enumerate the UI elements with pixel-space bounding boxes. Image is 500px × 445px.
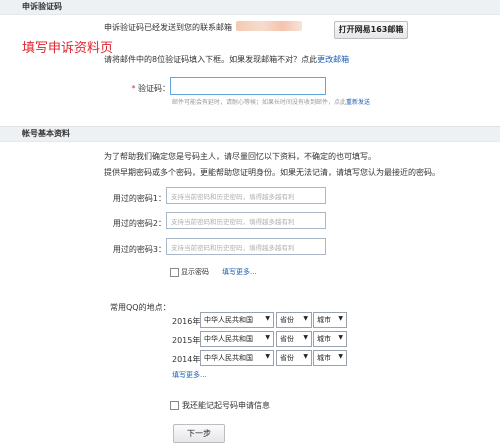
location-year-2015: 2015年 [172, 336, 201, 345]
instruction-text: 请将邮件中的8位验证码填入下框。如果发现邮箱不对？点此更改邮箱 [104, 54, 349, 65]
next-step-button[interactable]: 下一步 [173, 424, 225, 443]
account-section-header: 帐号基本资料 [0, 126, 500, 142]
province-value: 省份 [280, 335, 294, 343]
dropdown-arrow-icon: ▼ [338, 334, 343, 341]
city-value: 城市 [317, 354, 331, 362]
password-2-placeholder: 支持当前密码和历史密码，填得越多越有利 [171, 218, 295, 226]
overlay-caption: 填写申诉资料页 [22, 41, 114, 56]
dropdown-arrow-icon: ▼ [265, 353, 270, 360]
open-163-mail-button[interactable]: 打开网易163邮箱 [334, 21, 408, 39]
location-label: 常用QQ的地点： [110, 303, 171, 312]
city-select-2015[interactable]: 城市 ▼ [313, 331, 347, 347]
province-select-2016[interactable]: 省份 ▼ [276, 312, 312, 328]
province-value: 省份 [280, 316, 294, 324]
intro-line-1: 为了帮助我们确定您是号码主人，请尽量回忆以下资料，不确定的也可填写。 [104, 152, 376, 161]
dropdown-arrow-icon: ▼ [338, 315, 343, 322]
province-value: 省份 [280, 354, 294, 362]
verify-section-title: 申诉验证码 [22, 2, 62, 11]
masked-email [236, 21, 302, 31]
code-hint-text: 邮件可能会有延时，请耐心等候；如果长时间没有收到邮件，点此 [172, 99, 347, 106]
sent-text: 申诉验证码已经发送到您的联系邮箱 [104, 23, 232, 32]
password-1-placeholder: 支持当前密码和历史密码，填得越多越有利 [171, 193, 295, 201]
show-password-checkbox[interactable] [170, 268, 179, 277]
show-password-label: 显示密码 [181, 268, 209, 276]
code-label: * 验证码： [110, 83, 170, 94]
country-value: 中华人民共和国 [204, 354, 253, 362]
password-3-label: 用过的密码3： [112, 245, 166, 254]
password-2-input[interactable]: 支持当前密码和历史密码，填得越多越有利 [166, 212, 326, 229]
city-select-2016[interactable]: 城市 ▼ [313, 312, 347, 328]
country-select-2016[interactable]: 中华人民共和国 ▼ [200, 312, 274, 328]
verify-code-input[interactable] [170, 77, 326, 95]
remember-info-checkbox[interactable] [170, 401, 179, 410]
account-section-title: 帐号基本资料 [22, 129, 70, 138]
password-3-placeholder: 支持当前密码和历史密码，填得越多越有利 [171, 244, 295, 252]
country-value: 中华人民共和国 [204, 335, 253, 343]
city-value: 城市 [317, 316, 331, 324]
password-3-input[interactable]: 支持当前密码和历史密码，填得越多越有利 [166, 238, 326, 255]
country-value: 中华人民共和国 [204, 316, 253, 324]
remember-info-label: 我还能记起号码申请信息 [182, 401, 270, 410]
password-2-label: 用过的密码2： [112, 219, 166, 228]
province-select-2015[interactable]: 省份 ▼ [276, 331, 312, 347]
city-select-2014[interactable]: 城市 ▼ [313, 350, 347, 366]
code-label-text: 验证码： [138, 84, 170, 93]
more-passwords-link[interactable]: 填写更多... [222, 267, 257, 277]
dropdown-arrow-icon: ▼ [265, 334, 270, 341]
password-1-input[interactable]: 支持当前密码和历史密码，填得越多越有利 [166, 187, 326, 204]
resend-link[interactable]: 重新发送 [346, 99, 370, 106]
more-locations-link[interactable]: 填写更多... [172, 370, 207, 380]
country-select-2015[interactable]: 中华人民共和国 ▼ [200, 331, 274, 347]
country-select-2014[interactable]: 中华人民共和国 ▼ [200, 350, 274, 366]
location-year-2014: 2014年 [172, 355, 201, 364]
instruction-label: 请将邮件中的8位验证码填入下框。如果发现邮箱不对？点此 [104, 55, 318, 64]
city-value: 城市 [317, 335, 331, 343]
change-email-link[interactable]: 更改邮箱 [317, 55, 349, 64]
dropdown-arrow-icon: ▼ [303, 334, 308, 341]
dropdown-arrow-icon: ▼ [303, 353, 308, 360]
location-year-2016: 2016年 [172, 317, 201, 326]
password-1-label: 用过的密码1： [112, 194, 166, 203]
code-hint: 邮件可能会有延时，请耐心等候；如果长时间没有收到邮件，点此重新发送 [172, 97, 370, 106]
province-select-2014[interactable]: 省份 ▼ [276, 350, 312, 366]
dropdown-arrow-icon: ▼ [265, 315, 270, 322]
intro-line-2: 提供早期密码或多个密码，更能帮助您证明身份。如果无法记清，请填写您认为最接近的密… [104, 168, 440, 177]
dropdown-arrow-icon: ▼ [338, 353, 343, 360]
verify-section-header: 申诉验证码 [0, 0, 500, 15]
dropdown-arrow-icon: ▼ [303, 315, 308, 322]
